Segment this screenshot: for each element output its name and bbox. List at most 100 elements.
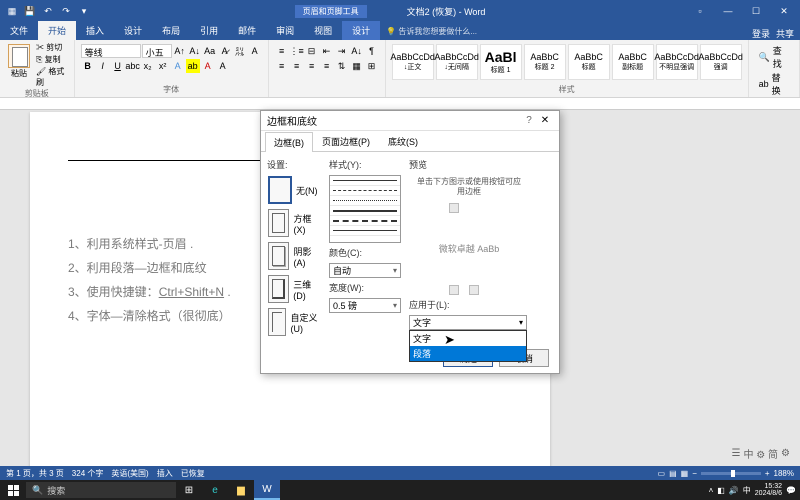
ribbon-options-icon[interactable]: ▫: [688, 3, 712, 19]
close-icon[interactable]: ✕: [772, 3, 796, 19]
notifications-icon[interactable]: 💬: [786, 486, 796, 495]
word-count[interactable]: 324 个字: [72, 468, 104, 479]
char-shading-icon[interactable]: A: [216, 59, 230, 73]
setting-shadow[interactable]: 阴影(A): [267, 241, 321, 271]
page-indicator[interactable]: 第 1 页，共 3 页: [6, 468, 64, 479]
tab-home[interactable]: 开始: [38, 21, 76, 40]
signin-button[interactable]: 登录: [752, 27, 770, 40]
subscript-icon[interactable]: x₂: [141, 59, 155, 73]
replace-button[interactable]: ab替换: [759, 71, 789, 97]
multilevel-icon[interactable]: ⊟: [305, 44, 319, 58]
style-item[interactable]: AaBbCcDd强调: [700, 44, 742, 80]
style-item[interactable]: AaBl标题 1: [480, 44, 522, 80]
insert-mode[interactable]: 插入: [157, 468, 173, 479]
justify-icon[interactable]: ≡: [320, 59, 334, 73]
taskbar-search[interactable]: 🔍 搜索: [26, 482, 176, 498]
copy-button[interactable]: ⎘ 复制: [36, 54, 70, 65]
bold-icon[interactable]: B: [81, 59, 95, 73]
zoom-in-icon[interactable]: +: [765, 469, 770, 478]
preview-box[interactable]: 微软卓越 AaBb: [409, 209, 529, 289]
tab-design[interactable]: 设计: [114, 21, 152, 40]
phonetic-guide-icon[interactable]: ㍊: [233, 44, 247, 58]
setting-custom[interactable]: 自定义(U): [267, 307, 321, 337]
explorer-icon[interactable]: ▆: [228, 480, 254, 500]
tray-chevron-icon[interactable]: ˄: [709, 486, 714, 495]
gear-icon[interactable]: ⚙: [781, 448, 790, 459]
grow-font-icon[interactable]: A↑: [173, 44, 187, 58]
cut-button[interactable]: ✂ 剪切: [36, 42, 70, 53]
strikethrough-icon[interactable]: abc: [126, 59, 140, 73]
width-select[interactable]: 0.5 磅: [329, 298, 401, 313]
superscript-icon[interactable]: x²: [156, 59, 170, 73]
char-border-icon[interactable]: A: [248, 44, 262, 58]
dialog-help-icon[interactable]: ?: [521, 115, 537, 126]
minimize-icon[interactable]: —: [716, 3, 740, 19]
tab-insert[interactable]: 插入: [76, 21, 114, 40]
tab-references[interactable]: 引用: [190, 21, 228, 40]
horizontal-ruler[interactable]: [0, 98, 800, 110]
border-top-toggle[interactable]: [449, 203, 459, 213]
font-size-select[interactable]: 小五: [142, 44, 172, 58]
tray-ime-indicator[interactable]: 中: [743, 485, 751, 496]
font-name-select[interactable]: 等线: [81, 44, 141, 58]
style-item[interactable]: AaBbC副标题: [612, 44, 654, 80]
zoom-level[interactable]: 188%: [774, 469, 794, 478]
border-style-list[interactable]: [329, 175, 401, 243]
show-marks-icon[interactable]: ¶: [365, 44, 379, 58]
change-case-icon[interactable]: Aa: [203, 44, 217, 58]
share-button[interactable]: 共享: [776, 27, 794, 40]
zoom-slider[interactable]: [701, 472, 761, 475]
zoom-out-icon[interactable]: −: [692, 469, 697, 478]
align-right-icon[interactable]: ≡: [305, 59, 319, 73]
word-taskbar-icon[interactable]: W: [254, 480, 280, 500]
highlight-icon[interactable]: ab: [186, 59, 200, 73]
style-item[interactable]: AaBbCcDd↓正文: [392, 44, 434, 80]
read-mode-icon[interactable]: ▭: [658, 469, 666, 478]
style-item[interactable]: AaBbC标题 2: [524, 44, 566, 80]
bullets-icon[interactable]: ≡: [275, 44, 289, 58]
color-select[interactable]: 自动: [329, 263, 401, 278]
dialog-tab-shading[interactable]: 底纹(S): [379, 131, 427, 151]
maximize-icon[interactable]: ☐: [744, 3, 768, 19]
align-left-icon[interactable]: ≡: [275, 59, 289, 73]
shading-icon[interactable]: ▦: [350, 59, 364, 73]
save-icon[interactable]: 💾: [22, 3, 38, 19]
setting-none[interactable]: 无(N): [267, 175, 321, 205]
borders-icon[interactable]: ⊞: [365, 59, 379, 73]
tab-view[interactable]: 视图: [304, 21, 342, 40]
tray-clock[interactable]: 15:32 2024/8/6: [755, 483, 782, 497]
ime-floating-bar[interactable]: ☰ 中 ⚙ 简 ⚙: [732, 446, 790, 461]
border-bottom-toggle-2[interactable]: [469, 285, 479, 295]
font-color-icon[interactable]: A: [201, 59, 215, 73]
tab-mailings[interactable]: 邮件: [228, 21, 266, 40]
print-layout-icon[interactable]: ▤: [669, 469, 677, 478]
apply-option-paragraph[interactable]: 段落: [410, 346, 526, 361]
style-item[interactable]: AaBbCcDd↓无间隔: [436, 44, 478, 80]
shrink-font-icon[interactable]: A↓: [188, 44, 202, 58]
tab-header-design[interactable]: 设计: [342, 21, 380, 40]
undo-icon[interactable]: ↶: [40, 3, 56, 19]
language-indicator[interactable]: 英语(美国): [111, 468, 148, 479]
tray-volume-icon[interactable]: 🔊: [729, 486, 739, 495]
find-button[interactable]: 🔍查找: [759, 44, 789, 70]
numbering-icon[interactable]: ⋮≡: [290, 44, 304, 58]
edge-icon[interactable]: e: [202, 480, 228, 500]
sort-icon[interactable]: A↓: [350, 44, 364, 58]
paste-button[interactable]: 粘贴: [4, 42, 34, 88]
dialog-close-icon[interactable]: ✕: [537, 115, 553, 126]
increase-indent-icon[interactable]: ⇥: [335, 44, 349, 58]
style-item[interactable]: AaBbC标题: [568, 44, 610, 80]
underline-icon[interactable]: U: [111, 59, 125, 73]
style-item[interactable]: AaBbCcDd不明显强调: [656, 44, 698, 80]
format-painter-button[interactable]: 🖌 格式刷: [36, 66, 70, 88]
taskview-icon[interactable]: ⊞: [176, 480, 202, 500]
redo-icon[interactable]: ↷: [58, 3, 74, 19]
line-spacing-icon[interactable]: ⇅: [335, 59, 349, 73]
setting-3d[interactable]: 三维(D): [267, 274, 321, 304]
text-effects-icon[interactable]: A: [171, 59, 185, 73]
dialog-tab-borders[interactable]: 边框(B): [265, 132, 313, 152]
tab-file[interactable]: 文件: [0, 21, 38, 40]
web-layout-icon[interactable]: ▦: [681, 469, 689, 478]
qat-more-icon[interactable]: ▾: [76, 3, 92, 19]
dialog-tab-page-border[interactable]: 页面边框(P): [313, 131, 379, 151]
